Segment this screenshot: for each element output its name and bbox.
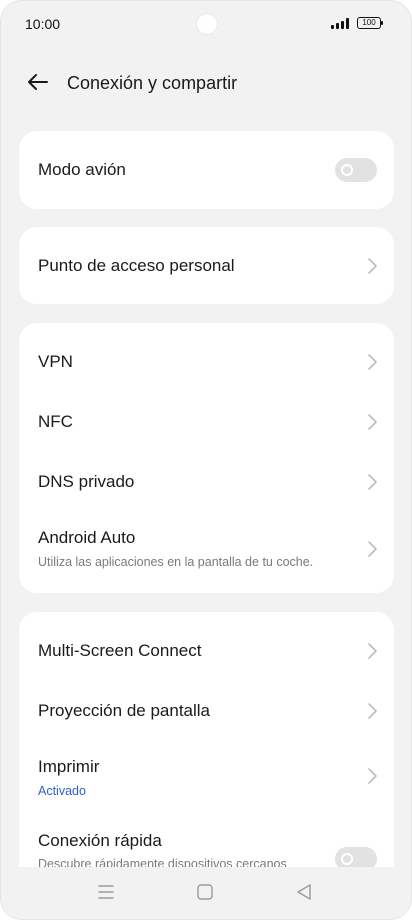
- print-label: Imprimir: [38, 757, 100, 776]
- chevron-right-icon: [368, 768, 377, 784]
- airplane-mode-label: Modo avión: [38, 160, 126, 179]
- menu-icon[interactable]: [93, 879, 119, 905]
- android-auto-subtitle: Utiliza las aplicaciones en la pantalla …: [38, 555, 314, 569]
- private-dns-row[interactable]: DNS privado: [19, 453, 394, 513]
- status-time: 10:00: [25, 16, 61, 32]
- airplane-mode-row[interactable]: Modo avión: [19, 131, 394, 209]
- print-status: Activado: [38, 784, 86, 798]
- chevron-right-icon: [368, 541, 377, 557]
- android-auto-row[interactable]: Android Auto Utiliza las aplicaciones en…: [19, 513, 394, 593]
- airplane-mode-toggle[interactable]: [335, 158, 377, 182]
- quick-connect-row[interactable]: Conexión rápida Descubre rápidamente dis…: [19, 814, 394, 871]
- signal-icon: [331, 18, 349, 29]
- print-row[interactable]: Imprimir Activado: [19, 742, 394, 814]
- page-title: Conexión y compartir: [67, 73, 238, 93]
- devices-card: Multi-Screen Connect Proyección de panta…: [19, 612, 394, 871]
- android-auto-label: Android Auto: [38, 528, 136, 547]
- chevron-right-icon: [368, 474, 377, 490]
- battery-icon: 100: [357, 17, 383, 29]
- hotspot-row[interactable]: Punto de acceso personal: [19, 227, 394, 304]
- airplane-mode-card: Modo avión: [19, 131, 394, 209]
- toggle-knob: [341, 164, 353, 176]
- quick-connect-label: Conexión rápida: [38, 831, 162, 850]
- hotspot-card: Punto de acceso personal: [19, 227, 394, 304]
- arrow-left-icon[interactable]: [25, 69, 51, 95]
- status-bar: 10:00 100: [1, 1, 411, 47]
- front-camera: [196, 13, 218, 35]
- multi-screen-row[interactable]: Multi-Screen Connect: [19, 612, 394, 682]
- vpn-row[interactable]: VPN: [19, 323, 394, 393]
- home-icon[interactable]: [192, 879, 218, 905]
- chevron-right-icon: [368, 354, 377, 370]
- vpn-label: VPN: [38, 352, 73, 371]
- chevron-right-icon: [368, 643, 377, 659]
- chevron-right-icon: [368, 703, 377, 719]
- network-card: VPN NFC DNS privado Android Auto Utiliza…: [19, 323, 394, 593]
- screen-cast-row[interactable]: Proyección de pantalla: [19, 682, 394, 742]
- navigation-bar: [1, 867, 411, 919]
- chevron-right-icon: [368, 258, 377, 274]
- nfc-row[interactable]: NFC: [19, 393, 394, 453]
- chevron-right-icon: [368, 414, 377, 430]
- nfc-label: NFC: [38, 412, 73, 431]
- top-bar: Conexión y compartir: [1, 63, 411, 103]
- phone-screen: 10:00 100 Conexión y compartir Modo avió…: [0, 0, 412, 920]
- screen-cast-label: Proyección de pantalla: [38, 701, 211, 720]
- multi-screen-label: Multi-Screen Connect: [38, 641, 202, 660]
- toggle-knob: [341, 853, 353, 865]
- back-triangle-icon[interactable]: [291, 879, 317, 905]
- hotspot-label: Punto de acceso personal: [38, 256, 235, 275]
- private-dns-label: DNS privado: [38, 472, 135, 491]
